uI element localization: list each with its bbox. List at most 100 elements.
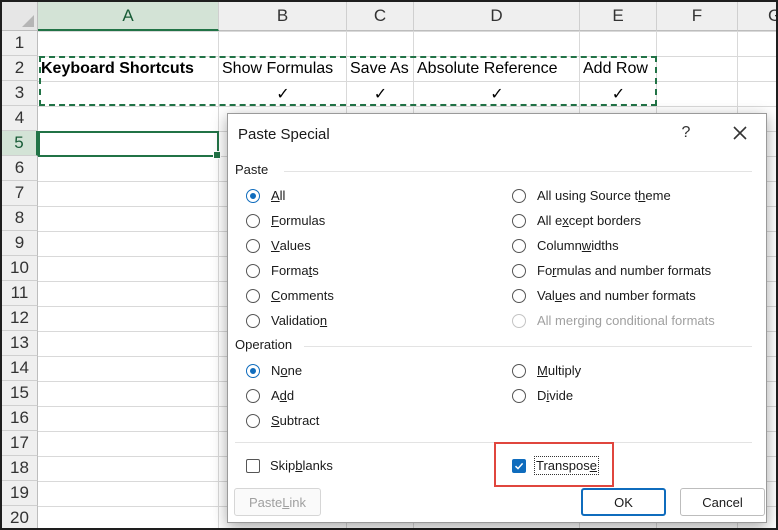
- row-header[interactable]: 5: [2, 131, 38, 156]
- paste-special-dialog: Paste Special ? Paste All Formulas Value…: [227, 113, 767, 523]
- row-header[interactable]: 13: [2, 331, 38, 356]
- cell-b2[interactable]: Show Formulas: [219, 56, 347, 81]
- skip-blanks-checkbox[interactable]: Skip b lanks: [246, 458, 333, 473]
- row-header[interactable]: 7: [2, 181, 38, 206]
- cell-d2[interactable]: Absolute Reference: [414, 56, 580, 81]
- row-header[interactable]: 6: [2, 156, 38, 181]
- option-label-pre: A: [271, 388, 280, 403]
- radio-icon: [512, 188, 526, 203]
- radio-icon: [246, 213, 260, 228]
- row-header[interactable]: 14: [2, 356, 38, 381]
- paste-option-column-widths[interactable]: Column w idths: [512, 238, 619, 253]
- option-label-key: V: [271, 238, 280, 253]
- cell-d3[interactable]: ✓: [414, 81, 580, 106]
- option-label-key: b: [295, 458, 303, 473]
- column-header-d[interactable]: D: [414, 2, 580, 31]
- option-label-post: es and number formats: [562, 288, 696, 303]
- column-header-e[interactable]: E: [580, 2, 657, 31]
- paste-option-merging-conditional-formats: All merging conditional formats: [512, 313, 715, 328]
- paste-option-formulas-number-formats[interactable]: Fo r mulas and number formats: [512, 263, 711, 278]
- option-label-post: idths: [591, 238, 619, 253]
- fill-handle[interactable]: [213, 151, 221, 159]
- row-header[interactable]: 9: [2, 231, 38, 256]
- button-label-post: ink: [289, 494, 307, 510]
- cell-c3[interactable]: ✓: [347, 81, 414, 106]
- paste-option-formats[interactable]: Forma t s: [246, 263, 319, 278]
- radio-icon: [246, 388, 260, 403]
- option-label-key: e: [589, 458, 597, 473]
- radio-icon: [512, 238, 526, 253]
- row-header[interactable]: 15: [2, 381, 38, 406]
- option-label-post: eme: [645, 188, 671, 203]
- paste-option-formulas[interactable]: Formulas: [246, 213, 325, 228]
- operation-option-divide[interactable]: Di vide: [512, 388, 573, 403]
- cell-e2[interactable]: Add Row: [580, 56, 657, 81]
- option-label-key: o: [280, 363, 288, 378]
- radio-icon: [512, 363, 526, 378]
- transpose-checkbox[interactable]: Transpose: [512, 456, 599, 475]
- help-button[interactable]: ?: [675, 122, 697, 144]
- paste-option-values[interactable]: Values: [246, 238, 311, 253]
- row-header[interactable]: 1: [2, 31, 38, 56]
- paste-option-source-theme[interactable]: All using Source t h eme: [512, 188, 671, 203]
- paste-option-comments[interactable]: Comments: [246, 288, 334, 303]
- operation-option-add[interactable]: Add: [246, 388, 294, 403]
- cancel-button[interactable]: Cancel: [680, 488, 765, 516]
- cell-a2[interactable]: Keyboard Shortcuts: [38, 56, 219, 81]
- option-label-post: lanks: [302, 458, 333, 473]
- option-label-post: ubtract: [279, 413, 320, 428]
- option-label-key: F: [271, 213, 279, 228]
- paste-option-all[interactable]: All: [246, 188, 285, 203]
- option-label-pre: Skip: [270, 458, 296, 473]
- option-label-post: d: [286, 388, 295, 403]
- active-cell-a5[interactable]: [38, 131, 221, 159]
- row-header[interactable]: 3: [2, 81, 38, 106]
- option-label-key: d: [279, 388, 287, 403]
- row-header[interactable]: 18: [2, 456, 38, 481]
- row-header[interactable]: 4: [2, 106, 38, 131]
- close-button[interactable]: [728, 121, 752, 145]
- select-all-triangle-icon: [22, 15, 34, 27]
- paste-link-button[interactable]: Paste Link: [234, 488, 321, 516]
- checkmark-icon: [512, 458, 526, 473]
- paste-option-except-borders[interactable]: All e x cept borders: [512, 213, 641, 228]
- option-label-pre: Validatio: [271, 313, 320, 328]
- row-header[interactable]: 19: [2, 481, 38, 506]
- paste-section-label: Paste: [235, 162, 269, 177]
- row-header[interactable]: 16: [2, 406, 38, 431]
- operation-section-label: Operation: [235, 337, 293, 352]
- column-header-g[interactable]: G: [738, 2, 776, 31]
- cell-e3[interactable]: ✓: [580, 81, 657, 106]
- option-label-post: alues: [279, 238, 311, 253]
- row-header[interactable]: 2: [2, 56, 38, 81]
- column-header-c[interactable]: C: [347, 2, 414, 31]
- radio-icon: [512, 263, 526, 278]
- column-header-a[interactable]: A: [38, 2, 219, 31]
- paste-section-divider: [284, 171, 752, 172]
- option-label-pre: Forma: [271, 263, 309, 278]
- option-label-post: mulas and number formats: [556, 263, 712, 278]
- row-header[interactable]: 11: [2, 281, 38, 306]
- row-header[interactable]: 20: [2, 506, 38, 528]
- row-header[interactable]: 8: [2, 206, 38, 231]
- row-header[interactable]: 10: [2, 256, 38, 281]
- operation-option-subtract[interactable]: Subtract: [246, 413, 319, 428]
- cell-c2[interactable]: Save As: [347, 56, 414, 81]
- option-label: All merging conditional formats: [537, 313, 715, 328]
- cell-b3[interactable]: ✓: [219, 81, 347, 106]
- radio-icon: [246, 363, 260, 378]
- operation-option-multiply[interactable]: Multiply: [512, 363, 581, 378]
- column-header-b[interactable]: B: [219, 2, 347, 31]
- radio-icon: [512, 213, 526, 228]
- row-header[interactable]: 17: [2, 431, 38, 456]
- ok-button[interactable]: OK: [581, 488, 666, 516]
- operation-option-none[interactable]: No ne: [246, 363, 302, 378]
- paste-option-validation[interactable]: Validatio n: [246, 313, 327, 328]
- column-header-f[interactable]: F: [657, 2, 738, 31]
- radio-icon: [512, 313, 526, 328]
- select-all-corner[interactable]: [2, 2, 38, 31]
- paste-option-values-number-formats[interactable]: Val u es and number formats: [512, 288, 696, 303]
- radio-icon: [246, 413, 260, 428]
- option-label-pre: Fo: [537, 263, 553, 278]
- row-header[interactable]: 12: [2, 306, 38, 331]
